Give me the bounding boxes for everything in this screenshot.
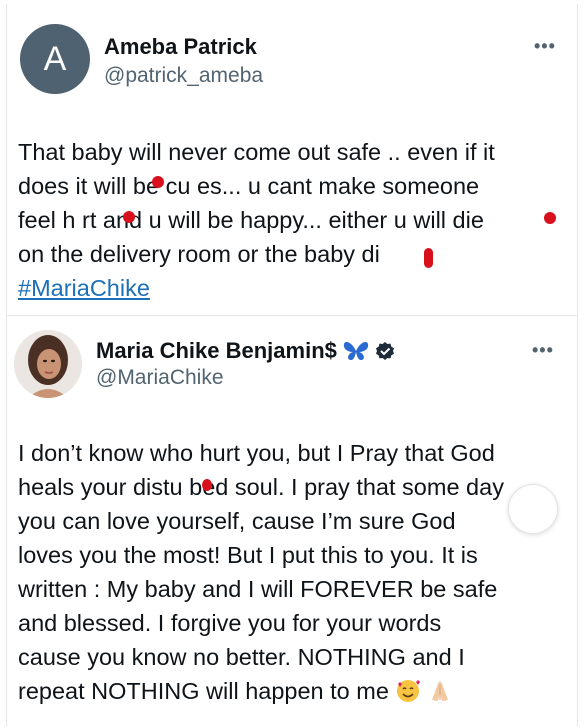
tweet-line: repeat NOTHING will happen to me: [18, 678, 389, 704]
tweet-line: cause you know no better. NOTHING and I: [18, 644, 465, 670]
redaction-mark: [152, 176, 164, 188]
tweet-line: does it will be cu es... u cant make som…: [18, 173, 480, 199]
more-options-icon[interactable]: •••: [532, 340, 554, 361]
tweet-line: you can love yourself, cause I’m sure Go…: [18, 508, 456, 534]
author-handle[interactable]: @patrick_ameba: [104, 64, 263, 88]
smiling-face-with-hearts-icon: [395, 678, 421, 713]
redaction-mark: [424, 248, 433, 268]
redaction-mark: [123, 211, 135, 223]
tweet-line: That baby will never come out safe .. ev…: [18, 139, 495, 165]
chevron-right-icon: [528, 499, 540, 519]
next-arrow-button[interactable]: [508, 484, 558, 534]
avatar-letter: A: [43, 39, 67, 78]
divider: [6, 315, 578, 316]
tweet-body: I don’t know who hurt you, but I Pray th…: [18, 436, 573, 713]
redaction-mark: [544, 212, 556, 224]
author-name[interactable]: Maria Chike Benjamin$: [96, 338, 395, 368]
more-options-icon[interactable]: •••: [534, 36, 556, 57]
tweet-line-last: repeat NOTHING will happen to me: [18, 674, 573, 713]
folded-hands-icon: [427, 678, 453, 713]
hashtag-link[interactable]: #MariaChike: [18, 271, 573, 305]
tweet-ameba[interactable]: A Ameba Patrick @patrick_ameba ••• That …: [0, 0, 586, 315]
tweet-body: That baby will never come out safe .. ev…: [18, 135, 573, 305]
tweet-line: and blessed. I forgive you for your word…: [18, 610, 442, 636]
tweet-line: I don’t know who hurt you, but I Pray th…: [18, 440, 495, 466]
redaction-mark: [202, 479, 212, 491]
avatar[interactable]: A: [20, 24, 90, 94]
author-handle[interactable]: @MariaChike: [96, 366, 224, 390]
tweet-line: on the delivery room or the baby di: [18, 241, 380, 267]
author-name-text: Maria Chike Benjamin$: [96, 338, 337, 363]
butterfly-icon: [343, 340, 369, 368]
profile-photo: [14, 330, 82, 398]
tweet-line: feel h rt and u will be happy... either …: [18, 207, 484, 233]
author-name[interactable]: Ameba Patrick: [104, 34, 257, 60]
avatar[interactable]: [14, 330, 82, 398]
tweet-line: loves you the most! But I put this to yo…: [18, 542, 478, 568]
tweet-maria[interactable]: Maria Chike Benjamin$ @MariaChike ••• I …: [0, 318, 586, 728]
tweet-line: written : My baby and I will FOREVER be …: [18, 576, 498, 602]
verified-badge-icon: [375, 341, 395, 361]
tweet-line: heals your distu bed soul. I pray that s…: [18, 474, 504, 500]
